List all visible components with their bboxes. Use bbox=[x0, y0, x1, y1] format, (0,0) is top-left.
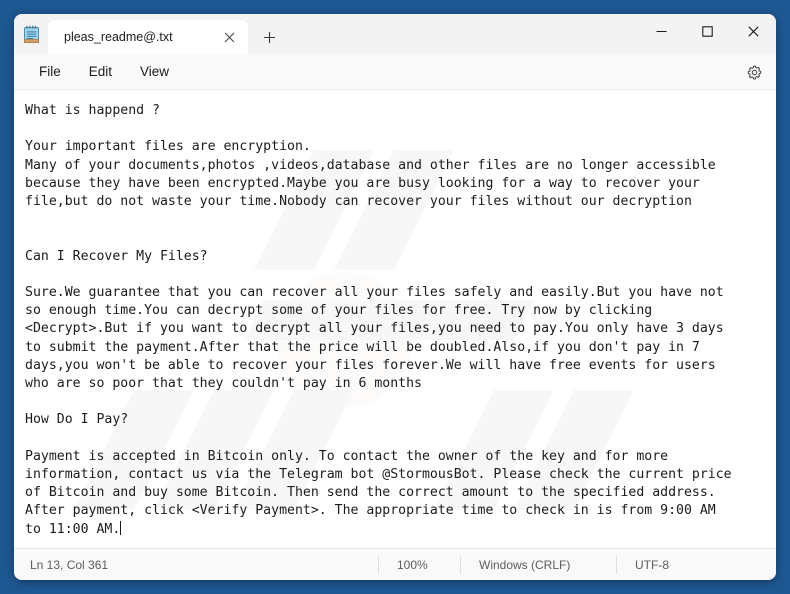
close-tab-icon[interactable] bbox=[216, 25, 242, 49]
tab-title: pleas_readme@.txt bbox=[64, 30, 173, 44]
notepad-icon bbox=[14, 14, 48, 54]
encoding[interactable]: UTF-8 bbox=[616, 555, 736, 574]
status-bar: Ln 13, Col 361 100% Windows (CRLF) UTF-8 bbox=[14, 548, 776, 580]
cursor-position: Ln 13, Col 361 bbox=[30, 557, 109, 572]
title-bar: pleas_readme@.txt bbox=[14, 14, 776, 54]
editor-area[interactable]: What is happend ? Your important files a… bbox=[14, 90, 776, 548]
notepad-window: pleas_readme@.txt File Edit View What is… bbox=[14, 14, 776, 580]
menu-item-file[interactable]: File bbox=[28, 60, 72, 83]
line-ending[interactable]: Windows (CRLF) bbox=[460, 555, 616, 574]
text-content[interactable]: What is happend ? Your important files a… bbox=[14, 90, 776, 548]
close-icon[interactable] bbox=[730, 14, 776, 48]
zoom-level[interactable]: 100% bbox=[378, 555, 460, 574]
maximize-icon[interactable] bbox=[684, 14, 730, 48]
window-controls bbox=[638, 14, 776, 48]
new-tab-icon[interactable] bbox=[252, 22, 286, 52]
text-caret bbox=[120, 520, 122, 535]
minimize-icon[interactable] bbox=[638, 14, 684, 48]
gear-icon[interactable] bbox=[740, 59, 768, 85]
menu-item-view[interactable]: View bbox=[129, 60, 180, 83]
menu-bar: File Edit View bbox=[14, 54, 776, 90]
tab-pleas-readme[interactable]: pleas_readme@.txt bbox=[48, 20, 248, 54]
menu-item-edit[interactable]: Edit bbox=[78, 60, 123, 83]
